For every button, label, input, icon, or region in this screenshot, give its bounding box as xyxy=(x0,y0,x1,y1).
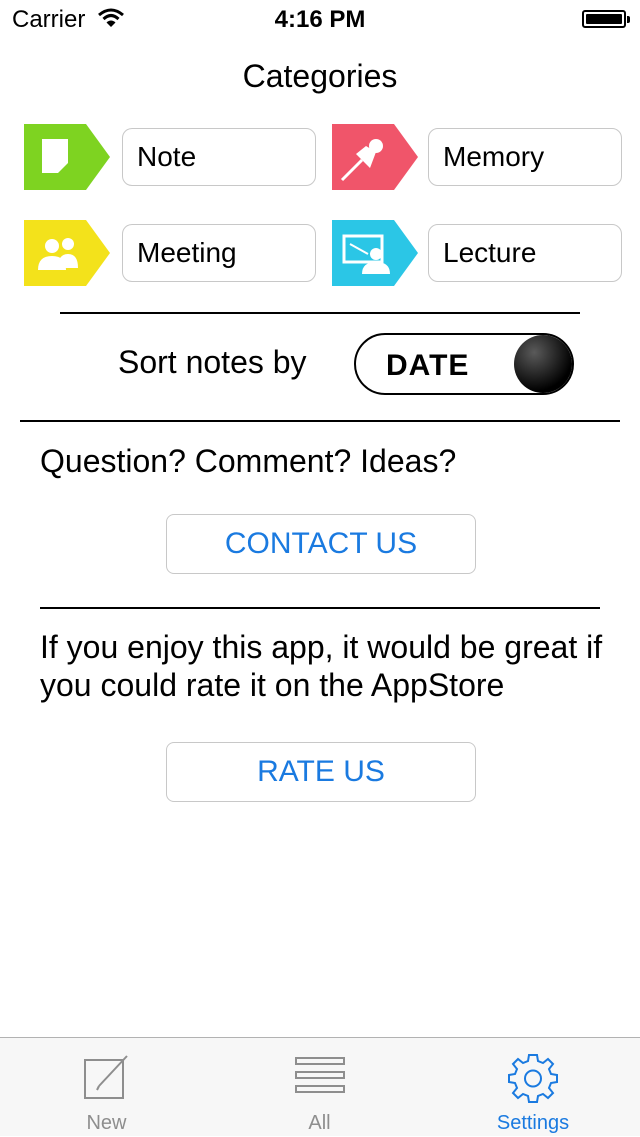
sort-label: Sort notes by xyxy=(118,344,307,380)
list-icon xyxy=(294,1057,345,1093)
battery-icon xyxy=(582,10,630,28)
rate-prompt: If you enjoy this app, it would be great… xyxy=(40,629,603,703)
sort-value: DATE xyxy=(386,349,470,382)
divider xyxy=(40,607,600,609)
category-field-lecture[interactable]: Lecture xyxy=(428,224,622,282)
compose-icon xyxy=(83,1055,128,1099)
tab-new[interactable]: New xyxy=(0,1038,213,1137)
gear-icon xyxy=(508,1054,558,1103)
lecture-category-icon[interactable] xyxy=(332,220,418,286)
category-field-memory[interactable]: Memory xyxy=(428,128,622,186)
toggle-knob[interactable] xyxy=(514,335,572,393)
tab-label-settings: Settings xyxy=(496,1112,570,1134)
status-bar: Carrier 4:16 PM xyxy=(0,0,640,40)
tab-label-all: All xyxy=(308,1112,331,1134)
divider xyxy=(20,420,620,422)
rate-us-button[interactable]: RATE US xyxy=(166,742,476,802)
contact-us-button[interactable]: CONTACT US xyxy=(166,514,476,574)
contact-prompt: Question? Comment? Ideas? xyxy=(40,443,457,479)
tab-label-new: New xyxy=(86,1112,127,1134)
tab-all[interactable]: All xyxy=(213,1038,426,1137)
divider xyxy=(60,312,580,314)
category-field-note[interactable]: Note xyxy=(122,128,316,186)
tab-bar: New All Settings xyxy=(0,1037,640,1136)
category-field-meeting[interactable]: Meeting xyxy=(122,224,316,282)
sort-toggle[interactable]: DATE xyxy=(354,333,574,395)
clock: 4:16 PM xyxy=(274,6,366,33)
memory-category-icon[interactable] xyxy=(332,124,418,190)
note-category-icon[interactable] xyxy=(24,124,110,190)
tab-settings[interactable]: Settings xyxy=(426,1038,640,1137)
meeting-category-icon[interactable] xyxy=(24,220,110,286)
page-title: Categories xyxy=(242,58,398,94)
